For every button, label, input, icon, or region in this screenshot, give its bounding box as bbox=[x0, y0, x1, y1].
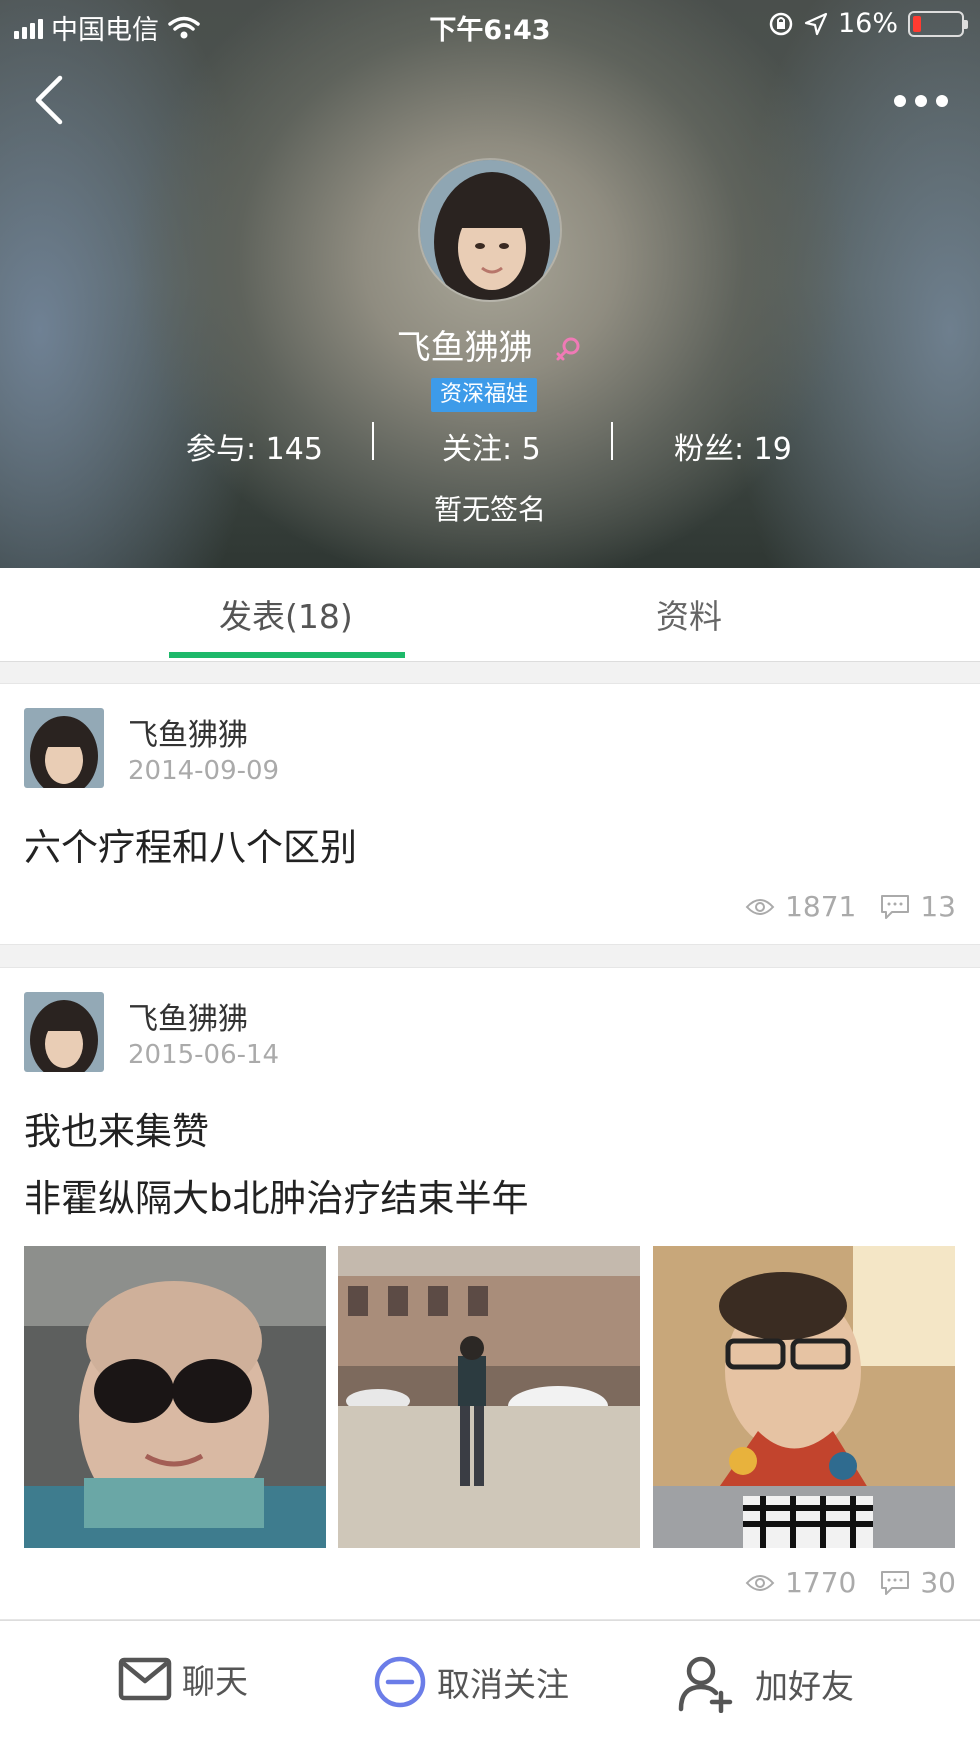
more-button[interactable] bbox=[886, 86, 956, 116]
battery-level bbox=[913, 15, 921, 32]
post-avatar[interactable] bbox=[24, 708, 104, 788]
comment-count: 30 bbox=[920, 1566, 956, 1599]
active-tab-indicator bbox=[169, 652, 405, 658]
envelope-icon bbox=[118, 1657, 172, 1701]
post-title[interactable]: 我也来集赞 bbox=[24, 1101, 209, 1155]
eye-icon bbox=[745, 1574, 775, 1591]
post-card[interactable]: 飞鱼狒狒 2014-09-09 六个疗程和八个区别 1871 13 bbox=[0, 683, 980, 945]
post-subtitle[interactable]: 非霍纵隔大b北肿治疗结束半年 bbox=[24, 1168, 529, 1222]
profile-stats: 参与: 145 关注: 5 粉丝: 19 bbox=[0, 420, 980, 468]
profile-tabs: 发表(18) 资料 bbox=[0, 568, 980, 662]
chat-label: 聊天 bbox=[182, 1662, 248, 1701]
status-bar: 中国电信 下午6:43 16% bbox=[0, 0, 980, 50]
battery-percent: 16% bbox=[837, 8, 898, 39]
rotation-lock-icon bbox=[769, 12, 793, 35]
chat-button[interactable]: 聊天 bbox=[118, 1655, 248, 1703]
stat-divider bbox=[611, 422, 613, 460]
tab-posts[interactable]: 发表(18) bbox=[219, 590, 353, 638]
chevron-left-icon bbox=[35, 75, 63, 125]
post-date: 2015-06-14 bbox=[128, 1040, 280, 1070]
post-image[interactable] bbox=[653, 1246, 955, 1548]
stat-participate[interactable]: 参与: 145 bbox=[186, 424, 323, 468]
profile-avatar[interactable] bbox=[418, 158, 562, 302]
post-author[interactable]: 飞鱼狒狒 bbox=[128, 994, 248, 1038]
bottom-action-bar: 聊天 取消关注 加好友 bbox=[0, 1620, 980, 1743]
add-friend-label: 加好友 bbox=[755, 1667, 854, 1706]
post-author[interactable]: 飞鱼狒狒 bbox=[128, 710, 248, 754]
comment-icon bbox=[881, 894, 910, 919]
profile-name: 飞鱼狒狒 bbox=[396, 328, 533, 368]
add-user-icon bbox=[678, 1656, 733, 1713]
more-dots-icon bbox=[894, 95, 906, 107]
post-image[interactable] bbox=[338, 1246, 640, 1548]
post-card[interactable]: 飞鱼狒狒 2015-06-14 我也来集赞 非霍纵隔大b北肿治疗结束半年 177… bbox=[0, 967, 980, 1620]
unfollow-label: 取消关注 bbox=[437, 1665, 569, 1704]
post-avatar[interactable] bbox=[24, 992, 104, 1072]
status-right: 16% bbox=[768, 8, 968, 39]
stat-divider bbox=[372, 422, 374, 460]
post-date: 2014-09-09 bbox=[128, 756, 280, 786]
profile-header: 中国电信 下午6:43 16% 飞鱼狒狒 资深福娃 参与: 145 关注: 5 … bbox=[0, 0, 980, 568]
post-title[interactable]: 六个疗程和八个区别 bbox=[24, 817, 357, 871]
comment-count: 13 bbox=[920, 890, 956, 923]
level-badge: 资深福娃 bbox=[431, 378, 537, 412]
back-button[interactable] bbox=[28, 70, 78, 130]
post-meta: 1770 30 bbox=[745, 1566, 956, 1599]
view-count: 1770 bbox=[785, 1566, 857, 1599]
battery-icon bbox=[908, 10, 968, 37]
add-friend-button[interactable]: 加好友 bbox=[677, 1655, 854, 1713]
tab-profile[interactable]: 资料 bbox=[656, 590, 722, 638]
profile-name-row: 飞鱼狒狒 bbox=[0, 320, 980, 369]
view-count: 1871 bbox=[785, 890, 857, 923]
location-icon bbox=[804, 12, 828, 35]
eye-icon bbox=[745, 898, 775, 915]
stat-fans[interactable]: 粉丝: 19 bbox=[674, 424, 792, 468]
stat-follow[interactable]: 关注: 5 bbox=[442, 424, 541, 468]
minus-circle-icon bbox=[374, 1656, 426, 1708]
female-icon bbox=[556, 337, 580, 360]
comment-icon bbox=[881, 1570, 910, 1595]
post-image[interactable] bbox=[24, 1246, 326, 1548]
profile-signature: 暂无签名 bbox=[433, 493, 546, 526]
unfollow-button[interactable]: 取消关注 bbox=[373, 1655, 569, 1709]
post-meta: 1871 13 bbox=[745, 890, 956, 923]
